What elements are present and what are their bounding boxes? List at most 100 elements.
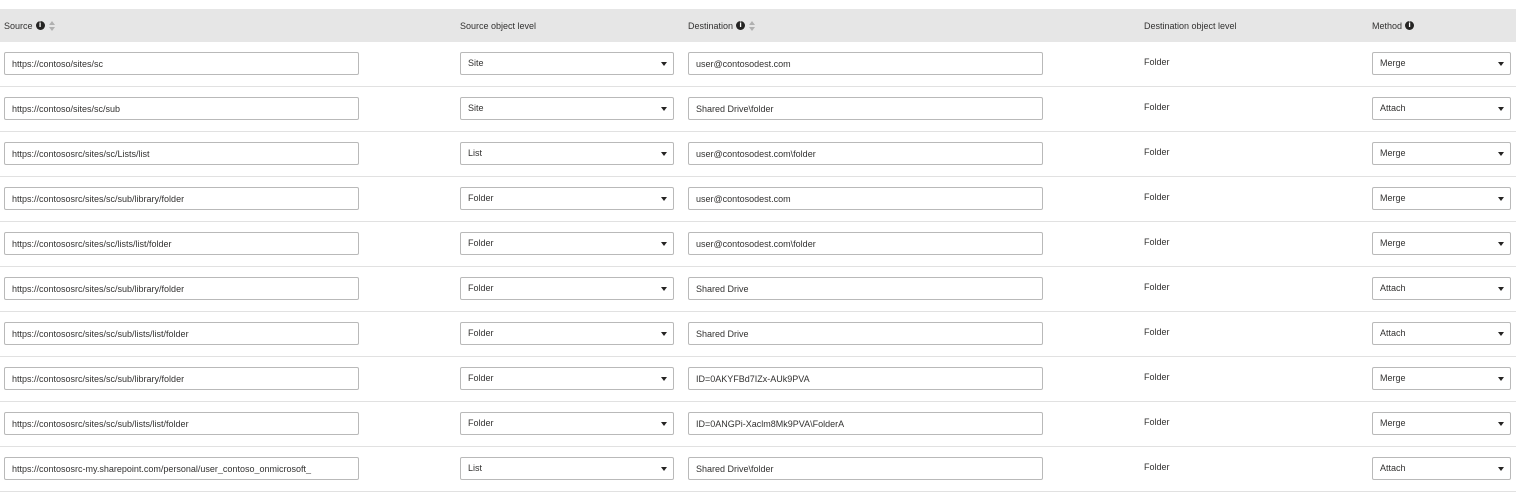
source-level-value: Site (468, 58, 484, 68)
source-input[interactable] (4, 277, 359, 300)
method-dropdown[interactable]: Merge (1372, 232, 1511, 255)
method-dropdown[interactable]: Merge (1372, 187, 1511, 210)
table-row: Folder Folder Merge (0, 357, 1516, 402)
source-input[interactable] (4, 187, 359, 210)
table-row: Site Folder Merge (0, 42, 1516, 87)
chevron-down-icon (1498, 377, 1504, 381)
destination-input[interactable] (688, 232, 1043, 255)
table-row: Folder Folder Attach (0, 267, 1516, 312)
source-input[interactable] (4, 97, 359, 120)
info-icon[interactable]: i (736, 21, 746, 30)
method-dropdown[interactable]: Attach (1372, 277, 1511, 300)
source-level-dropdown[interactable]: Folder (460, 412, 674, 435)
column-header-source-level: Source object level (460, 9, 536, 42)
source-input[interactable] (4, 412, 359, 435)
source-input[interactable] (4, 322, 359, 345)
destination-input[interactable] (688, 277, 1043, 300)
source-level-value: Folder (468, 193, 494, 203)
method-value: Merge (1380, 238, 1406, 248)
destination-level-text: Folder (1144, 147, 1170, 157)
column-header-destination-level-label: Destination object level (1144, 20, 1237, 31)
source-level-dropdown[interactable]: Folder (460, 367, 674, 390)
source-level-dropdown[interactable]: Site (460, 52, 674, 75)
column-header-source[interactable]: Source i (4, 9, 55, 42)
column-header-method-label: Method (1372, 20, 1403, 31)
chevron-down-icon (1498, 152, 1504, 156)
destination-input[interactable] (688, 457, 1043, 480)
method-dropdown[interactable]: Merge (1372, 142, 1511, 165)
column-header-source-label: Source (4, 20, 33, 31)
destination-level-text: Folder (1144, 102, 1170, 112)
method-value: Attach (1380, 283, 1406, 293)
chevron-down-icon (661, 197, 667, 201)
source-level-value: Folder (468, 283, 494, 293)
method-value: Attach (1380, 463, 1406, 473)
source-input[interactable] (4, 142, 359, 165)
source-level-dropdown[interactable]: Folder (460, 187, 674, 210)
sort-icon[interactable] (48, 20, 55, 31)
sort-icon[interactable] (749, 20, 756, 31)
destination-input[interactable] (688, 322, 1043, 345)
chevron-down-icon (1498, 287, 1504, 291)
source-level-value: List (468, 148, 483, 158)
source-level-dropdown[interactable]: Folder (460, 232, 674, 255)
source-input[interactable] (4, 457, 359, 480)
method-dropdown[interactable]: Merge (1372, 52, 1511, 75)
destination-level-text: Folder (1144, 282, 1170, 292)
chevron-down-icon (1498, 422, 1504, 426)
source-level-dropdown[interactable]: Folder (460, 322, 674, 345)
chevron-down-icon (1498, 332, 1504, 336)
chevron-down-icon (1498, 197, 1504, 201)
destination-level-text: Folder (1144, 192, 1170, 202)
method-dropdown[interactable]: Attach (1372, 322, 1511, 345)
source-level-value: Site (468, 103, 484, 113)
method-value: Merge (1380, 58, 1406, 68)
source-level-value: Folder (468, 328, 494, 338)
destination-input[interactable] (688, 412, 1043, 435)
column-header-destination-label: Destination (688, 20, 734, 31)
destination-input[interactable] (688, 52, 1043, 75)
column-header-method: Method i (1372, 9, 1415, 42)
destination-level-text: Folder (1144, 372, 1170, 382)
source-level-dropdown[interactable]: Site (460, 97, 674, 120)
destination-input[interactable] (688, 367, 1043, 390)
method-dropdown[interactable]: Merge (1372, 367, 1511, 390)
destination-level-text: Folder (1144, 462, 1170, 472)
chevron-down-icon (1498, 242, 1504, 246)
method-dropdown[interactable]: Attach (1372, 457, 1511, 480)
method-value: Attach (1380, 103, 1406, 113)
source-level-dropdown[interactable]: Folder (460, 277, 674, 300)
table-row: Folder Folder Merge (0, 402, 1516, 447)
source-level-value: List (468, 463, 483, 473)
chevron-down-icon (661, 107, 667, 111)
chevron-down-icon (661, 62, 667, 66)
destination-input[interactable] (688, 187, 1043, 210)
chevron-down-icon (1498, 107, 1504, 111)
destination-input[interactable] (688, 142, 1043, 165)
info-icon[interactable]: i (1405, 21, 1415, 30)
source-level-dropdown[interactable]: List (460, 457, 674, 480)
chevron-down-icon (661, 377, 667, 381)
destination-level-text: Folder (1144, 327, 1170, 337)
method-value: Attach (1380, 328, 1406, 338)
method-dropdown[interactable]: Attach (1372, 97, 1511, 120)
source-level-dropdown[interactable]: List (460, 142, 674, 165)
method-dropdown[interactable]: Merge (1372, 412, 1511, 435)
method-value: Merge (1380, 373, 1406, 383)
table-row: Site Folder Attach (0, 87, 1516, 132)
info-icon[interactable]: i (35, 21, 45, 30)
method-value: Merge (1380, 418, 1406, 428)
source-input[interactable] (4, 232, 359, 255)
source-input[interactable] (4, 52, 359, 75)
source-input[interactable] (4, 367, 359, 390)
chevron-down-icon (661, 242, 667, 246)
column-header-destination[interactable]: Destination i (688, 9, 756, 42)
chevron-down-icon (1498, 62, 1504, 66)
destination-level-text: Folder (1144, 57, 1170, 67)
method-value: Merge (1380, 148, 1406, 158)
destination-input[interactable] (688, 97, 1043, 120)
source-level-value: Folder (468, 418, 494, 428)
chevron-down-icon (661, 332, 667, 336)
table-row: Folder Folder Merge (0, 222, 1516, 267)
chevron-down-icon (661, 152, 667, 156)
